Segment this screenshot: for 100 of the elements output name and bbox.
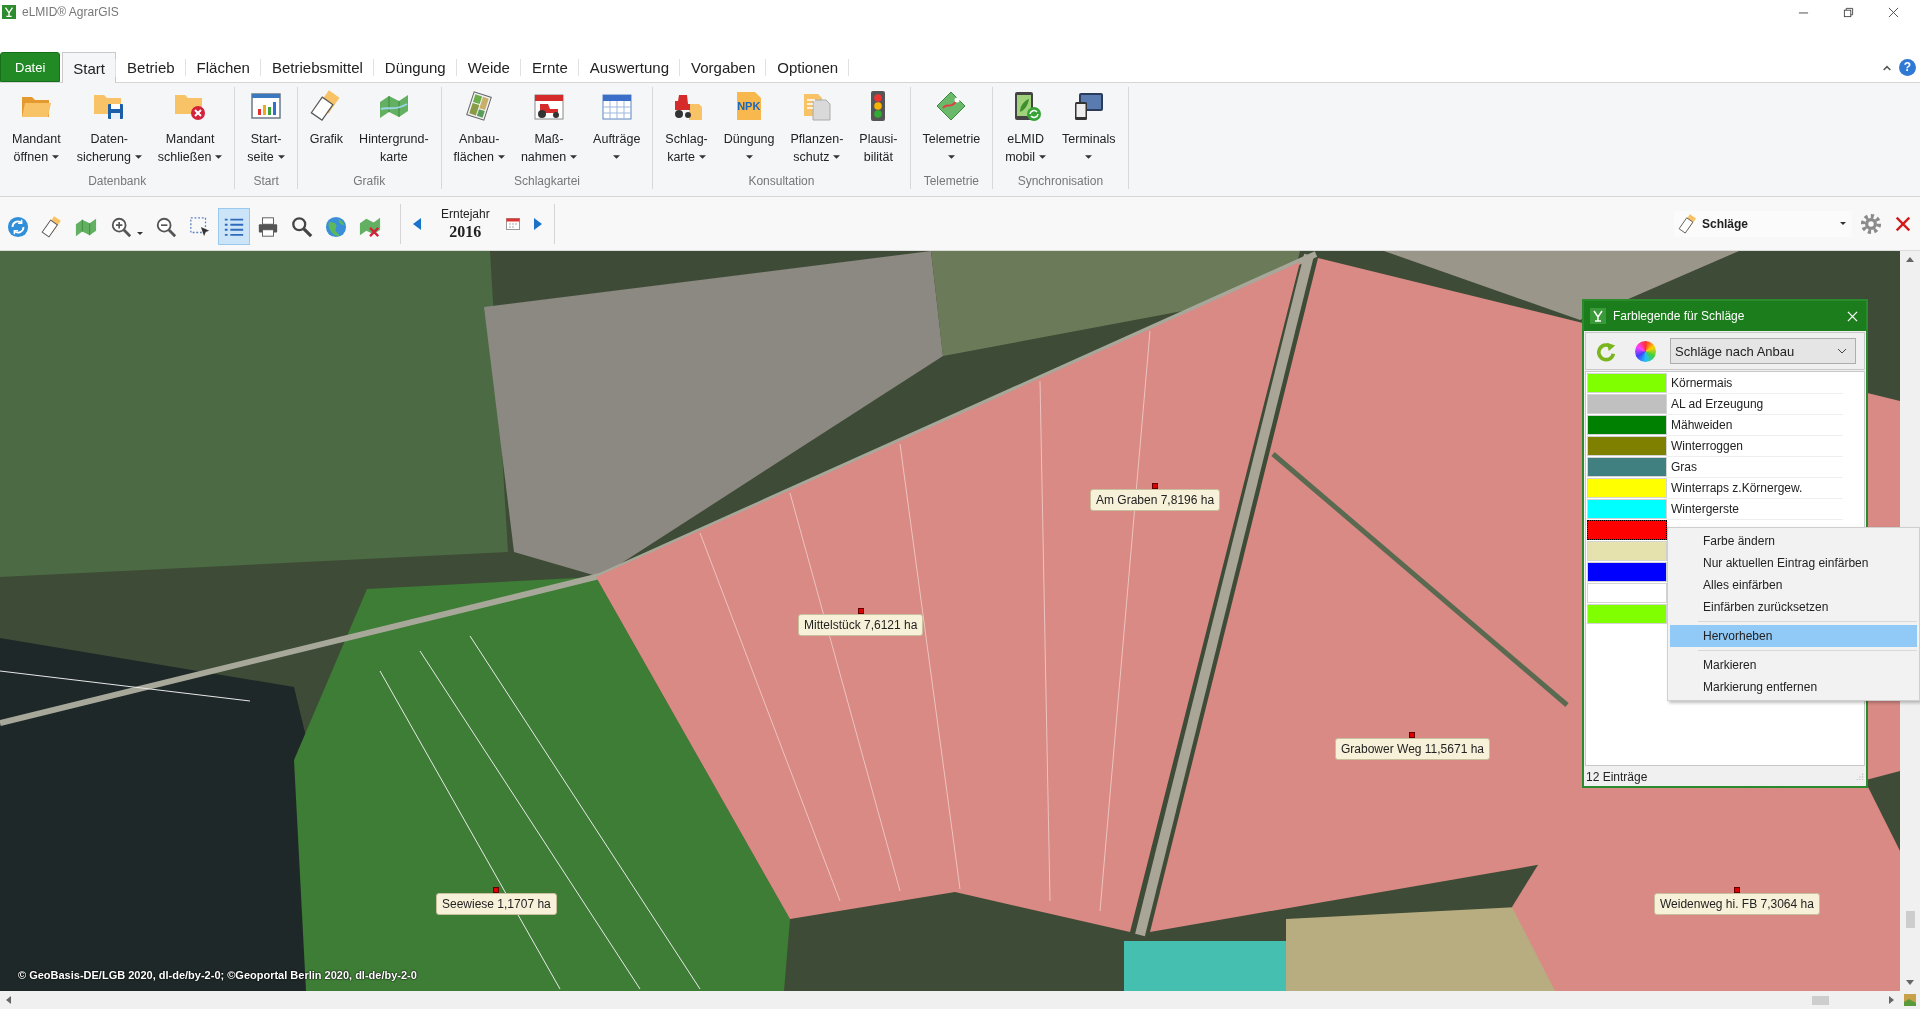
ribbon-tab[interactable]: Betrieb xyxy=(116,52,186,82)
caret-icon xyxy=(833,155,841,159)
menu-item[interactable]: Hervorheben xyxy=(1670,625,1917,647)
menu-item[interactable]: Einfärben zurücksetzen xyxy=(1670,596,1917,618)
scrollbar-thumb[interactable] xyxy=(1905,911,1915,928)
menu-item[interactable]: Nur aktuellen Eintrag einfärben xyxy=(1670,552,1917,574)
caret-icon xyxy=(1840,222,1846,225)
next-arrow-icon[interactable] xyxy=(533,217,542,230)
ribbon-button[interactable]: Start- seite xyxy=(239,90,293,173)
down-arrow-icon[interactable] xyxy=(1906,980,1914,985)
previous-arrow-icon[interactable] xyxy=(413,217,421,230)
bar-chart-icon xyxy=(250,90,283,122)
ribbon-button[interactable]: Mandant schließen xyxy=(149,90,231,173)
ribbon-button[interactable]: Terminals xyxy=(1054,90,1124,173)
ribbon-tab[interactable]: Flächen xyxy=(185,52,261,82)
group-label: Schlagkartei xyxy=(512,173,581,189)
tablet-icon xyxy=(1072,90,1105,122)
menu-item[interactable]: Markierung entfernen xyxy=(1670,676,1917,698)
left-arrow-icon[interactable] xyxy=(6,996,11,1004)
ribbon-button[interactable]: Aufträge xyxy=(585,90,649,173)
ribbon-button[interactable]: Telemetrie xyxy=(914,90,989,173)
printer-icon xyxy=(257,215,279,238)
ribbon-button[interactable]: eLMID mobil xyxy=(997,90,1055,173)
year-label: Erntejahr xyxy=(441,206,490,221)
toolbar-button[interactable] xyxy=(218,208,250,245)
ribbon-tab[interactable]: Optionen xyxy=(766,52,850,82)
ribbon-button[interactable]: Mandant öffnen xyxy=(4,90,69,173)
selection-icon xyxy=(189,215,211,238)
menu-item[interactable]: Markieren xyxy=(1670,654,1917,676)
horizontal-scrollbar[interactable] xyxy=(0,991,1920,1009)
color-wheel-icon[interactable] xyxy=(1635,340,1656,362)
caret-icon xyxy=(698,155,706,159)
caret-icon xyxy=(134,155,142,159)
file-tab[interactable]: Datei xyxy=(0,52,61,82)
icon-text: NPK xyxy=(737,100,761,112)
ribbon-button[interactable]: NPK Düngung xyxy=(715,90,783,173)
close-icon[interactable] xyxy=(1888,6,1899,18)
menu-item[interactable]: Alles einfärben xyxy=(1670,574,1917,596)
search-icon xyxy=(291,215,313,238)
ribbon-button[interactable]: Daten- sicherung xyxy=(68,90,150,173)
eraser-icon xyxy=(41,215,63,238)
close-icon[interactable] xyxy=(1894,214,1912,233)
collapse-icon[interactable] xyxy=(1882,63,1892,71)
ribbon-button[interactable]: Plausi- bilität xyxy=(851,90,906,173)
field-label: Grabower Weg 11,5671 ha xyxy=(1335,738,1490,760)
ribbon-button[interactable]: Pflanzen- schutz xyxy=(782,90,852,173)
ribbon-tab[interactable]: Betriebsmittel xyxy=(260,52,374,82)
help-button[interactable]: ? xyxy=(1899,58,1916,76)
ribbon-tab[interactable]: Auswertung xyxy=(578,52,681,82)
sync-icon xyxy=(7,215,29,238)
caret-icon xyxy=(215,155,223,159)
caret-icon xyxy=(52,155,60,159)
legend-label[interactable]: AL ad Erzeugung xyxy=(1667,394,1843,415)
calendar-icon[interactable] xyxy=(505,217,520,230)
ribbon-button[interactable]: Grafik xyxy=(301,90,352,173)
map-attribution: © GeoBasis-DE/LGB 2020, dl-de/by-2-0; ©Geoportal Berlin 2020, dl-de/by-2-0 xyxy=(18,969,417,981)
menu-item[interactable]: Farbe ändern xyxy=(1670,530,1917,552)
ribbon-tab[interactable]: Weide xyxy=(456,52,521,82)
window-title: eLMID® AgrarGIS xyxy=(22,5,119,19)
legend-label[interactable]: Körnermais xyxy=(1667,373,1843,394)
caret-icon xyxy=(277,155,285,159)
caret-icon xyxy=(613,155,621,159)
restore-icon[interactable] xyxy=(1843,6,1854,18)
color-swatch[interactable] xyxy=(1587,520,1667,540)
ribbon-tab[interactable]: Vorgaben xyxy=(680,52,767,82)
ribbon-button[interactable]: Anbau- flächen xyxy=(445,90,513,173)
legend-label[interactable]: Winterroggen xyxy=(1667,436,1843,457)
legend-label[interactable]: Winterraps z.Körnergew. xyxy=(1667,478,1843,499)
app-logo-icon xyxy=(1590,308,1606,324)
ribbon-tab[interactable]: Start xyxy=(62,52,117,83)
refresh-icon[interactable] xyxy=(1595,340,1617,362)
ribbon-tab[interactable]: Düngung xyxy=(373,52,457,82)
caret-icon xyxy=(136,232,143,235)
mode-dropdown[interactable]: Schläge nach Anbau xyxy=(1670,338,1856,364)
legend-label[interactable]: Gras xyxy=(1667,457,1843,478)
legend-label[interactable]: Wintergerste xyxy=(1667,499,1843,520)
settings-icon[interactable] xyxy=(1860,212,1882,235)
legend-label[interactable]: Mähweiden xyxy=(1667,415,1843,436)
zoom-out-icon xyxy=(155,215,177,238)
field-label: Seewiese 1,1707 ha xyxy=(436,893,557,915)
field-label: Am Graben 7,8196 ha xyxy=(1090,489,1221,511)
up-arrow-icon[interactable] xyxy=(1906,257,1914,262)
entry-count: 12 Einträge xyxy=(1586,769,1648,784)
caret-icon xyxy=(570,155,578,159)
zoom-in-icon xyxy=(109,215,132,238)
field-label: Mittelstück 7,6121 ha xyxy=(798,614,924,636)
right-arrow-icon[interactable] xyxy=(1889,996,1894,1004)
ribbon-button[interactable]: Hintergrund- karte xyxy=(351,90,437,173)
ribbon-button[interactable]: Schlag- karte xyxy=(657,90,716,173)
ribbon-tab[interactable]: Ernte xyxy=(520,52,579,82)
ribbon-button[interactable]: Maß- nahmen xyxy=(512,90,586,173)
caret-icon xyxy=(947,155,955,159)
caret-icon xyxy=(745,155,753,159)
caret-icon xyxy=(1039,155,1047,159)
resize-grip-icon[interactable] xyxy=(1855,772,1864,781)
scrollbar-thumb[interactable] xyxy=(1812,995,1829,1005)
group-label: Konsultation xyxy=(747,173,816,189)
group-label: Telemetrie xyxy=(922,173,981,189)
globe-icon xyxy=(325,215,347,238)
field-marker-icon xyxy=(857,608,864,614)
